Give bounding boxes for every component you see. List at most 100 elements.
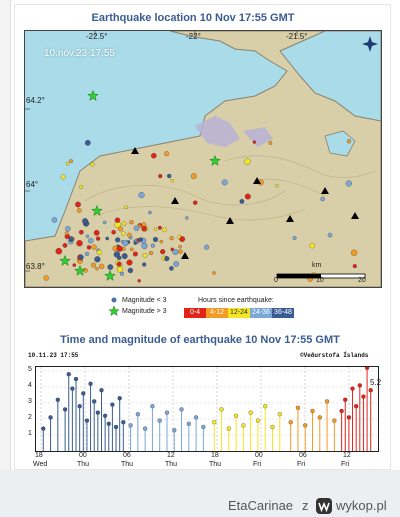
quake-dot	[244, 193, 251, 200]
quake-dot	[88, 237, 94, 244]
point-12-24	[277, 412, 282, 417]
point-36-48	[84, 418, 90, 423]
point-0-4	[339, 408, 344, 414]
point-24-36	[186, 421, 191, 426]
quake-dot	[350, 249, 358, 256]
point-4-12	[332, 418, 337, 423]
page: Earthquake location 10 Nov 17:55 GMT 10.…	[0, 0, 400, 517]
wykop-logo-icon[interactable]	[315, 497, 333, 515]
legend-mag-large: Magnitude > 3	[122, 308, 167, 315]
quake-dot	[85, 251, 90, 256]
point-12-24	[233, 413, 239, 418]
legend-bin-0-4: 0-4	[184, 308, 206, 318]
quake-dot	[160, 249, 166, 255]
quake-dot	[169, 236, 174, 241]
point-0-4	[368, 388, 373, 393]
quake-dot	[150, 243, 155, 248]
x-tick-time: 06	[123, 452, 131, 459]
footer-username[interactable]: EtaCarinae	[228, 498, 293, 513]
map	[24, 30, 382, 288]
quake-dot	[84, 139, 91, 146]
quake-dot	[111, 229, 116, 235]
x-tick-day: Thu	[121, 461, 134, 468]
quake-dot	[157, 225, 162, 230]
quake-dot	[55, 247, 63, 255]
quake-dot	[99, 263, 105, 270]
quake-dot	[138, 237, 143, 242]
quake-dot	[86, 245, 92, 250]
quake-dot	[133, 225, 140, 231]
legend-bin-24-36: 24-36	[250, 308, 272, 318]
quake-dot	[78, 254, 84, 260]
quake-dot	[60, 174, 66, 180]
point-36-48	[113, 424, 119, 430]
quake-dot	[137, 279, 141, 283]
quake-dot	[320, 196, 325, 202]
quake-dot	[115, 237, 121, 243]
quake-dot	[75, 201, 81, 208]
quake-dot	[62, 243, 68, 248]
quake-dot	[164, 151, 170, 157]
quake-dot	[96, 249, 102, 255]
quake-dot	[212, 271, 216, 275]
quake-dot	[170, 179, 174, 183]
x-tick-day: Wed	[33, 461, 48, 468]
footer-site[interactable]: wykop.pl	[336, 498, 387, 513]
chart-plot	[35, 365, 379, 452]
quake-dot	[309, 242, 316, 249]
quake-dot	[82, 218, 89, 225]
point-36-48	[110, 402, 115, 407]
point-0-4	[346, 415, 352, 420]
quake-dot	[127, 267, 134, 274]
lat-label-2: 64°	[26, 180, 39, 189]
x-tick-day: Fri	[297, 461, 306, 468]
point-12-24	[226, 426, 231, 431]
quake-dot	[153, 227, 158, 232]
quake-dot	[95, 236, 101, 241]
point-4-12	[303, 423, 308, 428]
lat-label-3: 63.8°	[26, 262, 45, 271]
quake-dot	[204, 244, 210, 250]
quake-dot	[126, 259, 133, 266]
quake-dot	[346, 139, 352, 144]
point-36-48	[55, 397, 60, 402]
point-36-48	[41, 426, 46, 431]
legend-bin-4-12: 4-12	[206, 308, 228, 318]
quake-dot	[164, 256, 170, 262]
point-24-36	[201, 424, 206, 430]
quake-dot	[95, 267, 99, 271]
point-36-48	[73, 376, 79, 382]
quake-dot	[91, 262, 97, 268]
quake-dot	[124, 205, 128, 210]
quake-dot	[133, 241, 138, 245]
quake-dot	[69, 159, 73, 163]
point-0-4	[357, 383, 362, 388]
quake-dot	[148, 250, 154, 256]
quake-dot	[129, 247, 134, 252]
point-12-24	[270, 424, 275, 430]
quake-dot	[178, 249, 183, 254]
map-title: Earthquake location 10 Nov 17:55 GMT	[91, 12, 295, 24]
point-4-12	[288, 420, 293, 425]
quake-dot	[292, 236, 297, 240]
point-12-24	[263, 404, 268, 409]
quake-dot	[76, 208, 82, 213]
chart-canvas	[36, 365, 378, 451]
point-24-36	[164, 410, 170, 415]
chart-timestamp: 10.11.23 17:55	[28, 352, 79, 359]
y-tick-4: 4	[28, 382, 32, 389]
quake-dot	[64, 231, 69, 236]
quake-dot	[138, 192, 145, 199]
quake-dot	[119, 271, 125, 276]
quake-dot	[102, 220, 107, 225]
y-tick-2: 2	[28, 414, 32, 421]
large-magnitude-star-icon	[108, 305, 120, 316]
quake-dot	[148, 210, 152, 215]
quake-dot	[127, 232, 132, 238]
quake-dot	[114, 217, 121, 223]
quake-dot	[93, 229, 100, 236]
quake-dot	[120, 231, 126, 236]
quake-dot	[221, 179, 228, 186]
point-12-24	[212, 420, 217, 425]
point-24-36	[128, 423, 133, 428]
